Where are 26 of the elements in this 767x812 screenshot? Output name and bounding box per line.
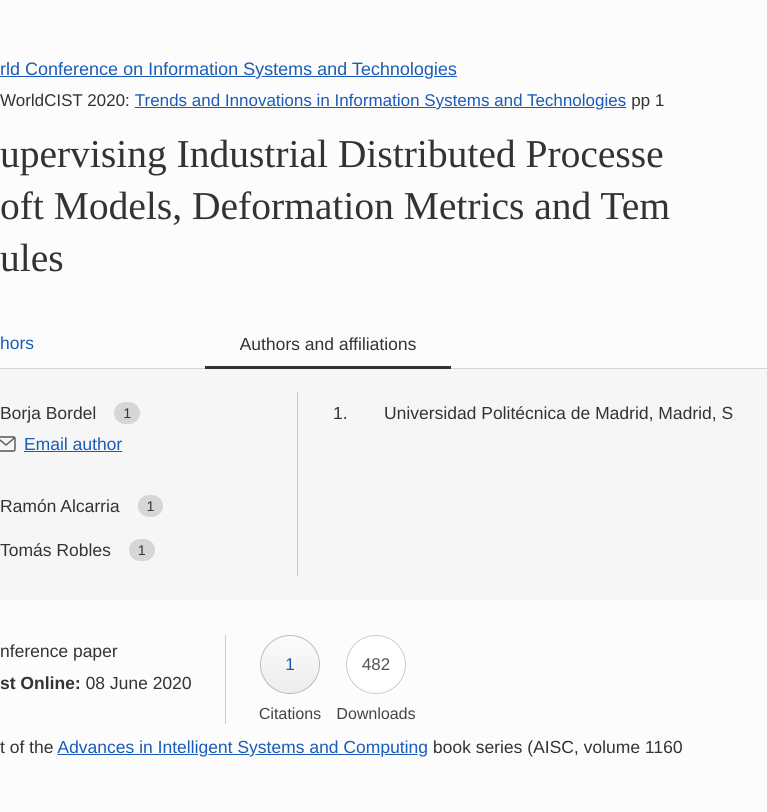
content-type: nference paper xyxy=(0,641,118,661)
series-note: t of the Advances in Intelligent Systems and Computing book series (AISC, volume 1160 xyxy=(0,737,683,757)
affiliation-badge: 1 xyxy=(114,402,140,424)
metric-label: Citations xyxy=(258,706,322,724)
downloads-count: 482 xyxy=(346,635,406,694)
email-author-link[interactable]: Email author xyxy=(24,434,122,454)
title-line: oft Models, Deformation Metrics and Tem xyxy=(0,183,670,230)
title-line: ules xyxy=(0,235,64,282)
metric-label: Downloads xyxy=(336,706,416,724)
proceedings-label: WorldCIST 2020: xyxy=(0,90,130,112)
affiliation-number: 1. xyxy=(333,402,349,424)
page-range: pp 1 xyxy=(631,90,664,112)
tab[interactable]: hors xyxy=(0,322,205,368)
affiliation-badge: 1 xyxy=(138,495,164,517)
envelope-icon xyxy=(0,436,16,452)
publication-date: st Online: 08 June 2020 xyxy=(0,673,192,693)
author-name: Ramón Alcarria xyxy=(0,496,120,516)
title-line: upervising Industrial Distributed Processe xyxy=(0,131,664,178)
conference-link[interactable]: rld Conference on Information Systems and Technologies xyxy=(0,59,457,79)
author-name: Borja Bordel xyxy=(0,402,96,424)
affiliation-text: Universidad Politécnica de Madrid, Madrid, S xyxy=(384,402,734,424)
citations-count[interactable]: 1 xyxy=(260,635,320,694)
series-link[interactable]: Advances in Intelligent Systems and Computing xyxy=(57,737,428,757)
affiliation-badge: 1 xyxy=(128,539,155,561)
proceedings-link[interactable]: Trends and Innovations in Information Systems and Technologies xyxy=(134,88,626,114)
author-name: Tomás Robles xyxy=(0,540,111,560)
